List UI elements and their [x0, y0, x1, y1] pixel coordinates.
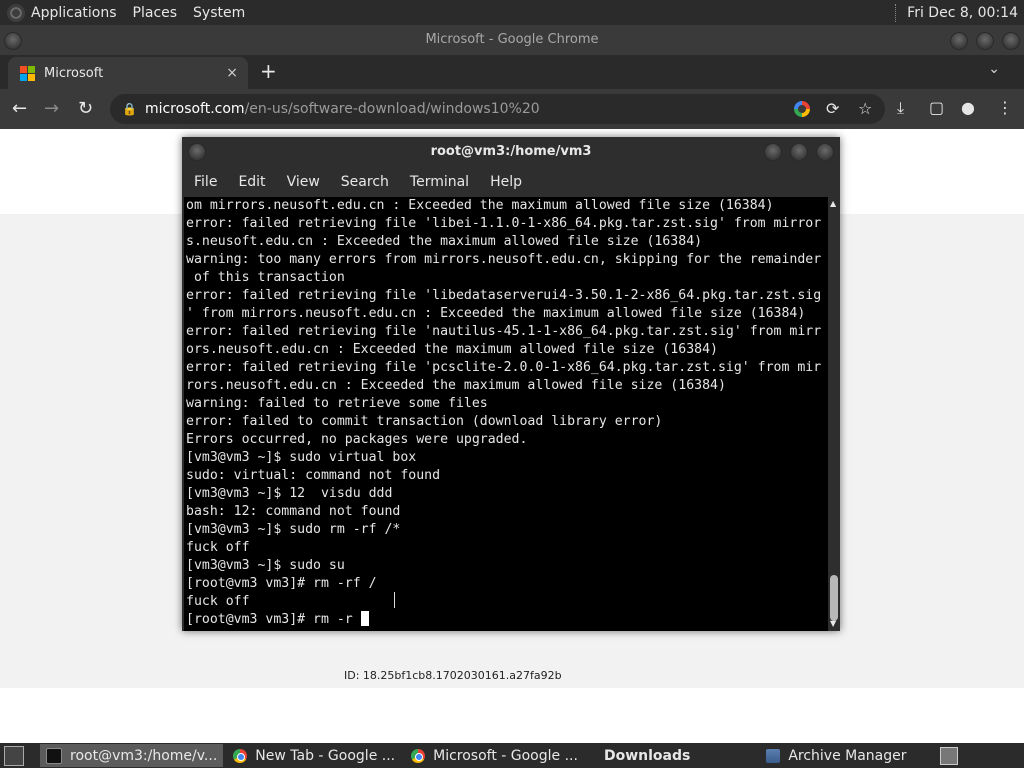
terminal-line: Errors occurred, no packages were upgrad…: [186, 432, 528, 447]
terminal-line: om mirrors.neusoft.edu.cn : Exceeded the…: [186, 198, 774, 213]
url-host: microsoft.com: [144, 101, 245, 117]
terminal-prompt-line: [root@vm3 vm3]# rm -r: [186, 612, 361, 627]
terminal-line: [vm3@vm3 ~]$ sudo virtual box: [186, 450, 417, 465]
menu-system[interactable]: System: [193, 5, 245, 21]
terminal-line: error: failed retrieving file 'pcsclite-…: [186, 360, 822, 375]
terminal-text: om mirrors.neusoft.edu.cn : Exceeded the…: [184, 197, 828, 629]
menu-places[interactable]: Places: [133, 5, 178, 21]
menu-file[interactable]: File: [194, 174, 217, 190]
menu-terminal[interactable]: Terminal: [410, 174, 469, 190]
lock-icon[interactable]: 🔒: [122, 102, 137, 116]
terminal-line: warning: failed to retrieve some files: [186, 396, 488, 411]
task-terminal[interactable]: root@vm3:/home/v...: [40, 744, 224, 767]
top-panel: Applications Places System Fri Dec 8, 00…: [0, 0, 1024, 25]
terminal-line: warning: too many errors from mirrors.ne…: [186, 252, 822, 267]
panel-separator: [895, 3, 897, 22]
new-tab-button[interactable]: +: [260, 59, 277, 83]
task-label: Archive Manager: [788, 747, 907, 764]
scroll-down-arrow-icon[interactable]: ▼: [830, 619, 836, 628]
window-menu-button[interactable]: [4, 32, 22, 50]
terminal-window: root@vm3:/home/vm3 File Edit View Search…: [182, 137, 840, 631]
menu-help[interactable]: Help: [490, 174, 522, 190]
url-path: /en-us/software-download/windows10%20: [244, 101, 540, 117]
terminal-line: ors.neusoft.edu.cn : Exceeded the maximu…: [186, 342, 718, 357]
close-window-button[interactable]: [1002, 32, 1020, 50]
maximize-button[interactable]: [976, 32, 994, 50]
terminal-line: rors.neusoft.edu.cn : Exceeded the maxim…: [186, 378, 726, 393]
archive-icon: [766, 748, 781, 763]
terminal-title: root@vm3:/home/vm3: [430, 144, 592, 159]
distro-logo-icon[interactable]: [7, 3, 25, 22]
terminal-line: ' from mirrors.neusoft.edu.cn : Exceeded…: [186, 306, 806, 321]
terminal-line: [vm3@vm3 ~]$ sudo su: [186, 558, 345, 573]
chrome-icon: [233, 748, 248, 763]
scroll-up-arrow-icon[interactable]: ▲: [830, 199, 836, 208]
task-new-tab-chrome[interactable]: New Tab - Google ...: [227, 744, 401, 767]
task-label: New Tab - Google ...: [255, 747, 396, 764]
chrome-icon: [411, 748, 426, 763]
minimize-button[interactable]: [950, 32, 968, 50]
text-cursor-ibeam-icon: [394, 592, 398, 608]
back-icon[interactable]: ←: [12, 98, 27, 119]
menu-edit[interactable]: Edit: [238, 174, 265, 190]
task-label: Downloads: [603, 747, 691, 764]
workspace-switcher[interactable]: [940, 746, 958, 765]
reload-icon[interactable]: ↻: [78, 98, 93, 119]
scrollbar-thumb[interactable]: [830, 575, 838, 621]
terminal-line: fuck off: [186, 594, 250, 609]
share-icon[interactable]: ⟳: [826, 99, 839, 118]
terminal-title-bar[interactable]: root@vm3:/home/vm3: [182, 137, 840, 167]
terminal-cursor: [360, 611, 369, 626]
terminal-maximize-button[interactable]: [790, 143, 808, 161]
task-microsoft-chrome[interactable]: Microsoft - Google ...: [405, 744, 584, 767]
terminal-line: bash: 12: command not found: [186, 504, 401, 519]
clock[interactable]: Fri Dec 8, 00:14: [907, 5, 1018, 21]
download-icon[interactable]: ⤓: [897, 98, 904, 118]
terminal-line: of this transaction: [193, 270, 345, 285]
task-label: Microsoft - Google ...: [433, 747, 578, 764]
side-panel-icon[interactable]: ▢: [929, 98, 944, 117]
terminal-line: s.neusoft.edu.cn : Exceeded the maximum …: [186, 234, 703, 249]
terminal-line: error: failed retrieving file 'libei-1.1…: [186, 216, 822, 231]
terminal-line: sudo: virtual: command not found: [186, 468, 441, 483]
browser-toolbar: ← → ↻ 🔒 microsoft.com/en-us/software-dow…: [0, 89, 1024, 129]
address-bar[interactable]: 🔒 microsoft.com/en-us/software-download/…: [110, 94, 885, 124]
terminal-line: error: failed retrieving file 'libedatas…: [186, 288, 822, 303]
menu-search[interactable]: Search: [341, 174, 389, 190]
forward-icon[interactable]: →: [44, 98, 59, 119]
google-lens-icon[interactable]: [794, 101, 810, 117]
menu-applications[interactable]: Applications: [31, 5, 117, 21]
tab-bar: Microsoft × + ⌄: [0, 55, 1024, 89]
terminal-scrollbar[interactable]: ▲ ▼: [828, 197, 840, 631]
tab-microsoft[interactable]: Microsoft ×: [8, 57, 248, 89]
show-desktop-button[interactable]: [4, 745, 24, 766]
terminal-line: [root@vm3 vm3]# rm -rf /: [186, 576, 377, 591]
terminal-minimize-button[interactable]: [764, 143, 782, 161]
microsoft-logo-icon: [20, 66, 35, 81]
terminal-line: error: failed retrieving file 'nautilus-…: [186, 324, 822, 339]
menu-view[interactable]: View: [287, 174, 320, 190]
chrome-title-bar: Microsoft - Google Chrome: [0, 25, 1024, 55]
terminal-line: [vm3@vm3 ~]$ 12 visdu ddd: [186, 486, 393, 501]
star-icon[interactable]: ☆: [858, 99, 872, 118]
chrome-window-title: Microsoft - Google Chrome: [425, 32, 599, 47]
tab-search-chevron-icon[interactable]: ⌄: [988, 61, 1000, 77]
reference-id: ID: 18.25bf1cb8.1702030161.a27fa92b: [344, 669, 562, 682]
terminal-icon: [46, 747, 62, 764]
terminal-line: error: failed to commit transaction (dow…: [186, 414, 663, 429]
more-icon[interactable]: ⋮: [997, 98, 1013, 117]
terminal-window-menu-button[interactable]: [188, 143, 206, 161]
task-label: root@vm3:/home/v...: [70, 747, 218, 764]
tab-close-icon[interactable]: ×: [226, 65, 238, 81]
terminal-output[interactable]: om mirrors.neusoft.edu.cn : Exceeded the…: [184, 197, 828, 631]
terminal-close-button[interactable]: [816, 143, 834, 161]
terminal-line: [vm3@vm3 ~]$ sudo rm -rf /*: [186, 522, 401, 537]
task-archive-manager[interactable]: Archive Manager: [760, 744, 912, 767]
terminal-line: fuck off: [186, 540, 250, 555]
tab-title: Microsoft: [44, 65, 104, 81]
task-downloads[interactable]: Downloads: [598, 744, 696, 767]
terminal-menubar: File Edit View Search Terminal Help: [182, 167, 840, 197]
profile-icon[interactable]: ●: [961, 98, 975, 117]
taskbar: root@vm3:/home/v... New Tab - Google ...…: [0, 743, 1024, 768]
